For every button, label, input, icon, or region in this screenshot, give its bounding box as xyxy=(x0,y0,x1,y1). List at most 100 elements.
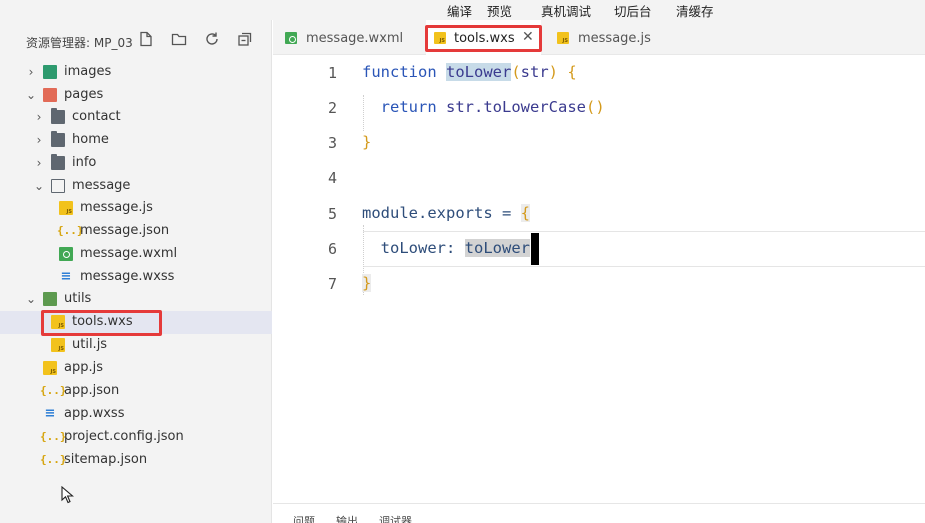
code-keyword: function xyxy=(362,63,437,81)
mouse-cursor-icon xyxy=(61,486,74,504)
tree-item-label: utils xyxy=(64,291,92,306)
code-keyword: return xyxy=(380,98,437,116)
refresh-icon[interactable] xyxy=(203,31,221,49)
code-bracket: } xyxy=(362,274,372,292)
tree-item-label: contact xyxy=(72,109,121,124)
code-editor[interactable]: 1 2 3 4 5 6 7 function toLower(str) { re… xyxy=(273,55,925,503)
chevron-right-icon[interactable]: › xyxy=(33,156,45,170)
new-folder-icon[interactable] xyxy=(170,31,188,49)
editor-tab-bar: message.wxml tools.wxs ✕ message.js xyxy=(273,20,925,55)
tree-item-utils[interactable]: ⌄ utils xyxy=(0,288,272,311)
tree-item-project-config-json[interactable]: {..} project.config.json xyxy=(0,426,272,449)
chevron-down-icon[interactable]: ⌄ xyxy=(25,292,37,306)
wxss-file-icon: ≡ xyxy=(60,269,72,284)
js-file-icon xyxy=(51,338,65,352)
tree-item-label: util.js xyxy=(72,337,108,352)
code-property: toLower: xyxy=(380,239,465,257)
tree-item-home[interactable]: › home xyxy=(0,129,272,152)
tree-item-app-wxss[interactable]: ≡ app.wxss xyxy=(0,403,272,426)
tab-highlight-box xyxy=(425,25,542,52)
json-file-icon: {..} xyxy=(40,453,67,466)
code-line-3: } xyxy=(362,133,371,151)
background-button[interactable]: 切后台 xyxy=(614,1,652,20)
line-number: 1 xyxy=(327,64,337,82)
tree-item-message-json[interactable]: {..} message.json xyxy=(0,220,272,243)
tree-item-message-js[interactable]: message.js xyxy=(0,197,272,220)
json-file-icon: {..} xyxy=(40,384,67,397)
explorer-header: 资源管理器: MP_03 xyxy=(0,20,272,60)
line-number: 6 xyxy=(327,240,337,258)
code-bracket: () xyxy=(586,98,605,116)
folder-open-icon xyxy=(51,179,65,193)
code-bracket: } xyxy=(362,133,372,151)
code-line-2: return str.toLowerCase() xyxy=(362,98,605,116)
tree-item-message[interactable]: ⌄ message xyxy=(0,175,272,198)
tree-item-sitemap-json[interactable]: {..} sitemap.json xyxy=(0,449,272,472)
tree-item-label: pages xyxy=(64,87,104,102)
code-expression: module.exports = xyxy=(362,204,521,222)
code-line-7: } xyxy=(362,274,372,292)
tab-label: message.js xyxy=(578,31,651,46)
chevron-down-icon[interactable]: ⌄ xyxy=(33,179,45,193)
chevron-right-icon[interactable]: › xyxy=(25,65,37,79)
code-param: str xyxy=(520,63,549,81)
line-number: 7 xyxy=(327,275,337,293)
code-line-5: module.exports = { xyxy=(362,204,530,222)
code-expression: str.toLowerCase xyxy=(446,98,586,116)
chevron-right-icon[interactable]: › xyxy=(33,133,45,147)
tree-item-label: app.js xyxy=(64,360,103,375)
tree-item-label: images xyxy=(64,64,112,79)
tab-problems[interactable]: 问题 xyxy=(293,513,315,523)
remote-debug-button[interactable]: 真机调试 xyxy=(541,1,591,20)
bottom-panel: 问题 输出 调试器 xyxy=(273,503,925,523)
js-file-icon xyxy=(43,361,57,375)
compile-button[interactable]: 编译 xyxy=(447,1,472,20)
js-file-icon xyxy=(59,201,73,215)
line-number: 2 xyxy=(327,99,337,117)
tree-item-label: project.config.json xyxy=(64,429,184,444)
tree-item-label: app.json xyxy=(64,383,120,398)
line-number: 3 xyxy=(327,134,337,152)
wxss-file-icon: ≡ xyxy=(44,406,56,421)
json-file-icon: {..} xyxy=(57,224,84,237)
chevron-down-icon[interactable]: ⌄ xyxy=(25,88,37,102)
tree-item-message-wxss[interactable]: ≡ message.wxss xyxy=(0,266,272,289)
tree-item-message-wxml[interactable]: message.wxml xyxy=(0,243,272,266)
tree-item-label: sitemap.json xyxy=(64,452,148,467)
tree-item-pages[interactable]: ⌄ pages xyxy=(0,84,272,107)
folder-icon xyxy=(51,108,65,124)
clear-cache-button[interactable]: 清缓存 xyxy=(676,1,714,20)
code-function-name: toLower xyxy=(446,63,512,81)
tree-item-label: home xyxy=(72,132,109,147)
preview-button[interactable]: 预览 xyxy=(487,1,512,20)
pages-folder-icon xyxy=(43,88,57,102)
tree-item-label: message.json xyxy=(80,223,170,238)
code-line-1: function toLower(str) { xyxy=(362,63,577,81)
explorer-title: 资源管理器: MP_03 xyxy=(26,36,133,50)
code-bracket: { xyxy=(520,204,530,222)
tree-item-util-js[interactable]: util.js xyxy=(0,334,272,357)
top-toolbar: 编译 预览 真机调试 切后台 清缓存 xyxy=(0,0,925,20)
folder-icon xyxy=(51,131,65,147)
code-bracket: ( xyxy=(511,63,521,81)
tree-item-label: app.wxss xyxy=(64,406,125,421)
new-file-icon[interactable] xyxy=(137,31,155,49)
tree-item-app-json[interactable]: {..} app.json xyxy=(0,380,272,403)
tab-debugger[interactable]: 调试器 xyxy=(379,513,412,523)
tab-output[interactable]: 输出 xyxy=(336,513,358,523)
collapse-all-icon[interactable] xyxy=(236,31,254,49)
tree-item-label: message.js xyxy=(80,200,153,215)
tab-message-wxml[interactable]: message.wxml xyxy=(273,20,423,55)
tree-item-images[interactable]: › images xyxy=(0,61,272,84)
tree-highlight-box xyxy=(41,310,162,336)
chevron-right-icon[interactable]: › xyxy=(33,110,45,124)
code-bracket: ) xyxy=(548,63,559,81)
line-number: 4 xyxy=(327,169,337,187)
wxml-file-icon xyxy=(59,247,73,261)
tree-item-app-js[interactable]: app.js xyxy=(0,357,272,380)
code-line-6: toLower: toLower xyxy=(362,239,530,257)
tab-label: message.wxml xyxy=(306,31,404,46)
tab-message-js[interactable]: message.js xyxy=(545,20,670,55)
tree-item-contact[interactable]: › contact xyxy=(0,106,272,129)
tree-item-info[interactable]: › info xyxy=(0,152,272,175)
